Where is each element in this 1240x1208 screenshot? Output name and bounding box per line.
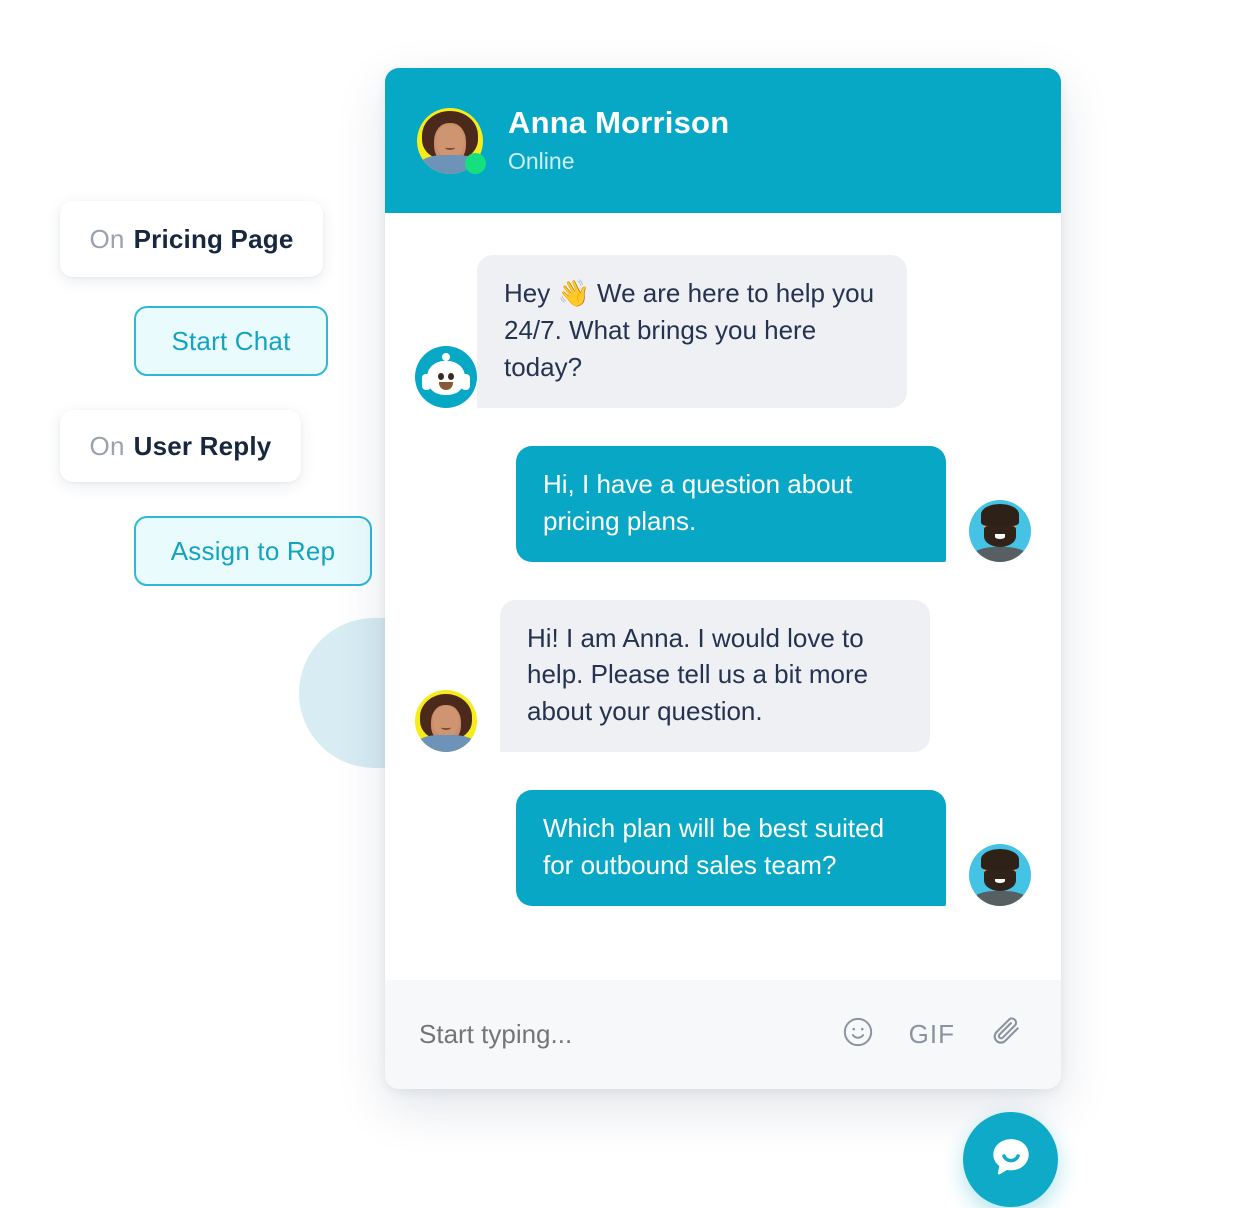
gif-button[interactable]: GIF — [909, 1019, 955, 1050]
flow-pointer-arrow — [299, 618, 387, 768]
agent-avatar-art — [415, 690, 477, 753]
message-list[interactable]: Hey 👋 We are here to help you 24/7. What… — [385, 213, 1061, 980]
flow-chip-label: Start Chat — [171, 325, 291, 356]
chat-widget-mockup: On Pricing Page Start Chat On User Reply… — [0, 0, 1240, 1208]
message-bubble: Hey 👋 We are here to help you 24/7. What… — [477, 255, 907, 408]
flow-chip-label: User Reply — [133, 430, 272, 461]
user-photo-avatar — [969, 844, 1031, 907]
flow-chip-label: Assign to Rep — [170, 535, 336, 566]
message-row: Hey 👋 We are here to help you 24/7. What… — [415, 255, 1031, 408]
flow-chip-start-chat[interactable]: Start Chat — [134, 306, 328, 376]
flow-chip-pricing-page[interactable]: On Pricing Page — [60, 201, 323, 277]
flow-chip-label: Pricing Page — [133, 223, 294, 254]
agent-photo-avatar — [415, 690, 477, 753]
message-bubble: Hi! I am Anna. I would love to help. Ple… — [500, 599, 930, 753]
user-photo-avatar — [969, 499, 1031, 562]
automation-flow: On Pricing Page Start Chat On User Reply… — [0, 0, 390, 620]
flow-chip-prefix: On — [89, 430, 125, 461]
message-row: Hi, I have a question about pricing plan… — [415, 445, 1031, 562]
paperclip-icon[interactable] — [989, 1014, 1025, 1055]
flow-chip-assign-to-rep[interactable]: Assign to Rep — [134, 516, 372, 586]
agent-avatar — [417, 107, 486, 174]
agent-name: Anna Morrison — [508, 105, 730, 141]
message-composer: GIF — [385, 980, 1061, 1089]
smiley-icon[interactable] — [841, 1015, 875, 1054]
chat-launcher-button[interactable] — [963, 1112, 1058, 1207]
flow-chip-prefix: On — [89, 223, 125, 254]
online-dot-icon — [465, 152, 486, 174]
chat-header: Anna Morrison Online — [385, 68, 1061, 213]
agent-info: Anna Morrison Online — [508, 106, 729, 174]
message-bubble: Which plan will be best suited for outbo… — [516, 790, 946, 907]
message-row: Which plan will be best suited for outbo… — [415, 790, 1031, 907]
bot-avatar-icon — [415, 345, 477, 408]
chat-panel: Anna Morrison Online Hey 👋 We are here t… — [385, 68, 1061, 1089]
flow-chip-user-reply[interactable]: On User Reply — [60, 410, 301, 482]
user-avatar-art — [969, 499, 1031, 562]
user-avatar-art — [969, 844, 1031, 907]
message-row: Hi! I am Anna. I would love to help. Ple… — [415, 599, 1031, 753]
agent-status: Online — [508, 148, 575, 175]
chat-bubble-icon — [986, 1132, 1036, 1187]
composer-tools: GIF — [841, 1014, 1025, 1055]
message-input[interactable] — [419, 1019, 841, 1050]
message-bubble: Hi, I have a question about pricing plan… — [516, 445, 946, 562]
